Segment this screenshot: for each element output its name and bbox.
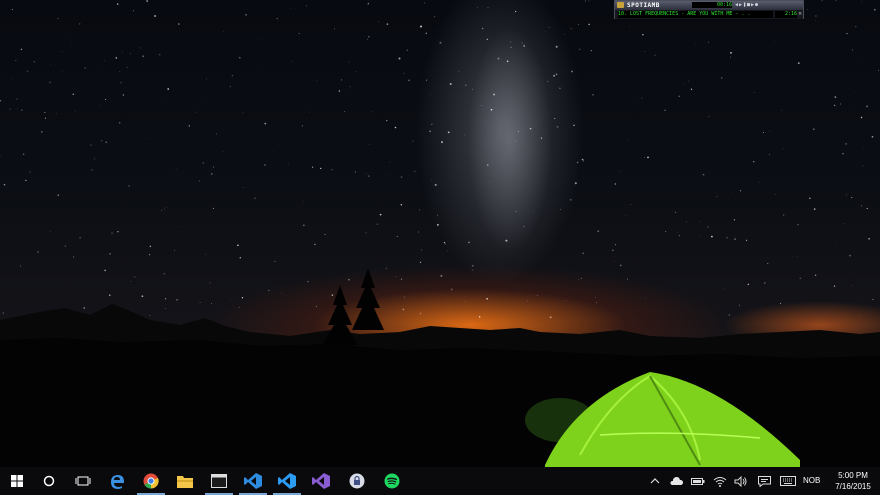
taskbar-app-edge[interactable]: [100, 467, 134, 495]
taskbar-app-visual-studio-purple[interactable]: [304, 467, 338, 495]
clock-time: 5:00 PM: [838, 471, 868, 480]
player-transport-controls[interactable]: ◀▶❚■▶●: [735, 2, 759, 8]
folder-icon: [177, 476, 193, 488]
player-track-position: 2:16: [775, 11, 797, 18]
taskbar-app-visual-studio-blue[interactable]: [270, 467, 304, 495]
windows-logo-icon: [11, 475, 23, 487]
show-hidden-icons-button[interactable]: [645, 467, 665, 495]
visual-studio-icon: [312, 473, 330, 489]
start-button[interactable]: [0, 467, 34, 495]
cloud-icon: [670, 476, 683, 485]
cortana-button[interactable]: [32, 467, 66, 495]
network-tray-button[interactable]: [710, 467, 730, 495]
task-view-icon: [75, 476, 91, 486]
taskbar-app-file-explorer[interactable]: [168, 467, 202, 495]
taskbar-app-command-prompt[interactable]: [202, 467, 236, 495]
mountain-silhouette: [0, 268, 880, 467]
message-bubble-icon: [757, 475, 771, 487]
spotify-icon: [384, 473, 400, 489]
taskbar: NOB 5:00 PM 7/16/2015: [0, 467, 880, 495]
speaker-icon: [734, 475, 747, 487]
taskbar-app-spotify[interactable]: [375, 467, 409, 495]
player-menu-icon[interactable]: [617, 2, 624, 8]
player-track-ticker: 10. LOST FREQUENCIES - ARE YOU WITH ME -…: [618, 11, 773, 18]
input-language-indicator[interactable]: NOB: [803, 476, 820, 485]
chevron-up-icon: [650, 478, 660, 484]
touch-keyboard-button[interactable]: [778, 467, 798, 495]
onedrive-tray-button[interactable]: [666, 467, 686, 495]
visual-studio-icon: [244, 473, 262, 489]
chrome-icon: [143, 473, 159, 489]
edge-icon: [111, 475, 124, 489]
task-view-button[interactable]: [66, 467, 100, 495]
taskbar-app-chrome[interactable]: [134, 467, 168, 495]
keyboard-icon: [780, 476, 796, 486]
clock-date: 7/16/2015: [835, 482, 871, 491]
player-time-display: 00:16: [692, 2, 732, 8]
cortana-circle-icon: [43, 475, 55, 487]
taskbar-clock[interactable]: 5:00 PM 7/16/2015: [826, 470, 880, 492]
music-mini-player[interactable]: SPOTIAMB 00:16 ◀▶❚■▶● 10. LOST FREQUENCI…: [614, 0, 804, 19]
battery-icon: [691, 477, 705, 485]
battery-tray-button[interactable]: [688, 467, 708, 495]
visual-studio-icon: [278, 473, 296, 489]
action-center-button[interactable]: [754, 467, 774, 495]
lock-icon: [349, 473, 365, 489]
desktop-wallpaper: SPOTIAMB 00:16 ◀▶❚■▶● 10. LOST FREQUENCI…: [0, 0, 880, 467]
player-close-button[interactable]: ×: [798, 11, 803, 17]
wifi-icon: [713, 476, 727, 487]
taskbar-app-keepass[interactable]: [340, 467, 374, 495]
console-window-icon: [211, 474, 227, 488]
taskbar-app-vs-code[interactable]: [236, 467, 270, 495]
player-app-name: SPOTIAMB: [627, 2, 660, 9]
volume-tray-button[interactable]: [731, 467, 751, 495]
